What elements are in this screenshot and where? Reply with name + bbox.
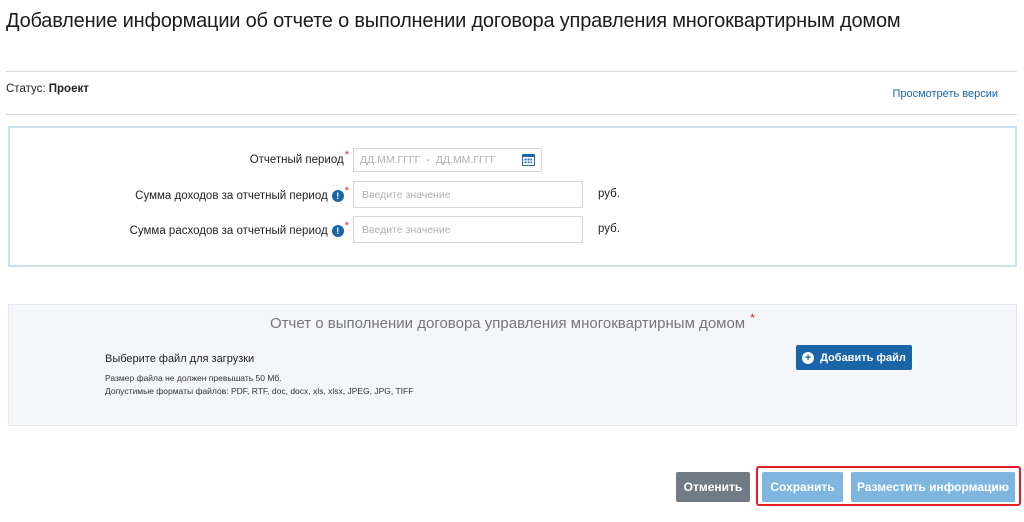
- publish-button[interactable]: Разместить информацию: [851, 472, 1015, 502]
- file-size-hint: Размер файла не должен превышать 50 Мб.: [105, 373, 282, 383]
- required-mark: *: [344, 149, 349, 161]
- expenses-unit: руб.: [598, 223, 620, 235]
- required-mark: *: [750, 311, 755, 325]
- report-form: Отчетный период * ДД.ММ.ГГГГ - ДД.ММ.ГГГГ…: [8, 126, 1017, 267]
- info-icon[interactable]: !: [331, 190, 344, 202]
- income-label: Сумма доходов за отчетный период ! *: [135, 185, 349, 202]
- expenses-row: Сумма расходов за отчетный период ! *: [10, 217, 349, 245]
- date-to-placeholder: ДД.ММ.ГГГГ: [435, 154, 497, 166]
- status: Статус: Проект: [6, 83, 89, 95]
- status-label: Статус:: [6, 83, 46, 95]
- calendar-icon[interactable]: [522, 154, 535, 166]
- page-title: Добавление информации об отчете о выполн…: [6, 10, 901, 32]
- add-file-label: Добавить файл: [820, 351, 906, 364]
- date-separator: -: [426, 154, 430, 166]
- file-formats-hint: Допустимые форматы файлов: PDF, RTF, doc…: [105, 386, 414, 396]
- required-mark: *: [344, 220, 349, 232]
- expenses-input[interactable]: Введите значение: [353, 216, 583, 243]
- required-mark: *: [344, 185, 349, 197]
- income-input[interactable]: Введите значение: [353, 181, 583, 208]
- period-date-range-input[interactable]: ДД.ММ.ГГГГ - ДД.ММ.ГГГГ: [353, 148, 542, 172]
- choose-file-label: Выберите файл для загрузки: [105, 353, 255, 365]
- date-from-placeholder: ДД.ММ.ГГГГ: [360, 154, 421, 166]
- income-row: Сумма доходов за отчетный период ! *: [10, 182, 349, 210]
- divider: [6, 114, 1017, 115]
- save-button[interactable]: Сохранить: [762, 472, 843, 502]
- cancel-button[interactable]: Отменить: [676, 472, 750, 502]
- income-unit: руб.: [598, 188, 620, 200]
- view-versions-link[interactable]: Просмотреть версии: [892, 88, 998, 100]
- add-file-button[interactable]: + Добавить файл: [796, 345, 912, 370]
- period-row: Отчетный период *: [10, 146, 349, 174]
- divider: [6, 71, 1017, 72]
- info-icon[interactable]: !: [331, 225, 344, 237]
- status-value: Проект: [48, 83, 89, 95]
- upload-section-title: Отчет о выполнении договора управления м…: [270, 311, 755, 332]
- file-upload-section: Отчет о выполнении договора управления м…: [8, 304, 1017, 426]
- plus-circle-icon: +: [802, 351, 815, 364]
- expenses-label: Сумма расходов за отчетный период ! *: [129, 220, 349, 237]
- period-label: Отчетный период *: [249, 149, 349, 166]
